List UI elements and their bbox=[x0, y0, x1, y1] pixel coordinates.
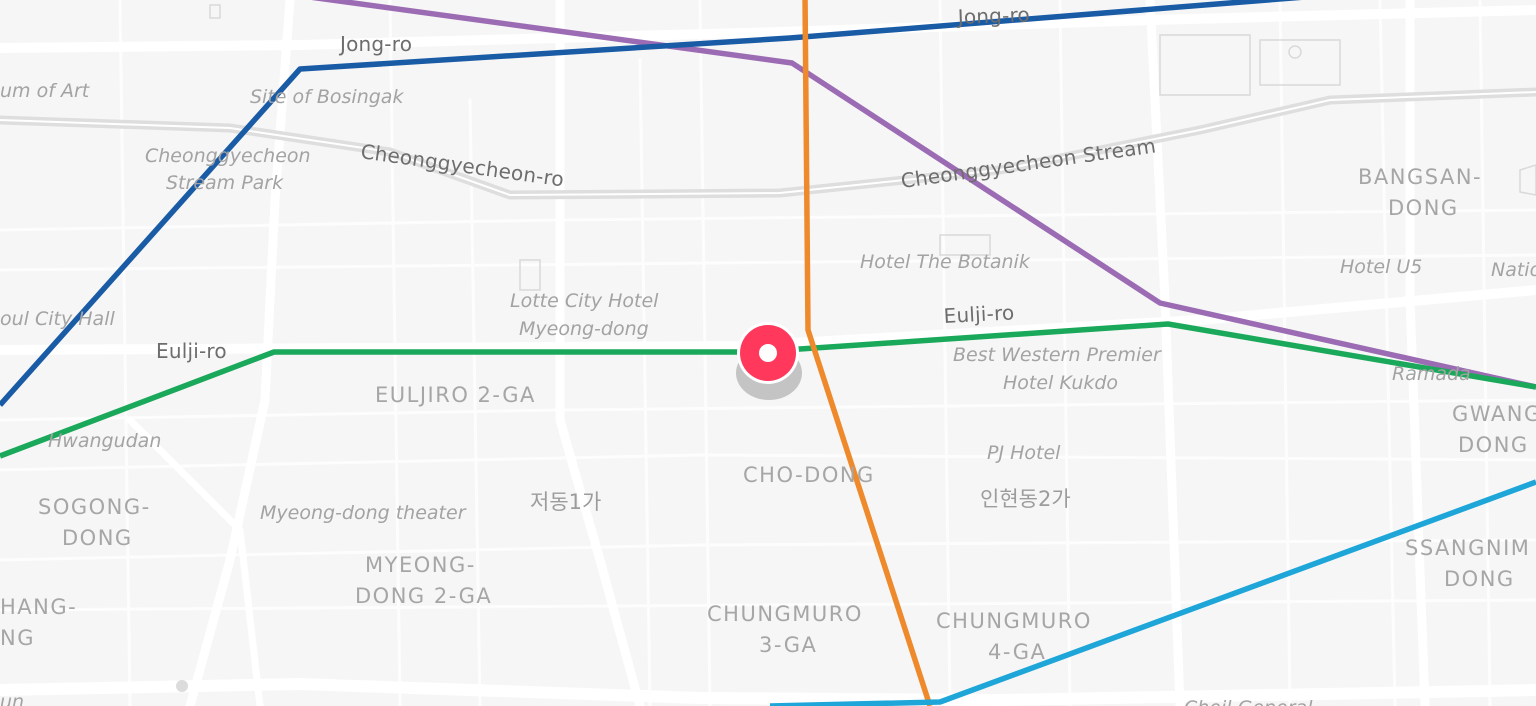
poi-label-pj-hotel: PJ Hotel bbox=[987, 442, 1061, 464]
road-label-eulji-ro: Eulji-ro bbox=[943, 300, 1015, 328]
area-label-gwang-dong: GWANG bbox=[1452, 402, 1536, 426]
area-label-gwang-dong: DONG bbox=[1458, 433, 1529, 457]
poi-label-stream-park: Stream Park bbox=[166, 172, 284, 194]
poi-label-city-hall: oul City Hall bbox=[0, 308, 115, 330]
road-label-eulji-ro: Eulji-ro bbox=[156, 339, 227, 363]
poi-label-un: un bbox=[0, 691, 24, 706]
area-label-chungmuro-4ga: CHUNGMURO bbox=[936, 609, 1092, 633]
area-label-bangsan-dong: BANGSAN- bbox=[1358, 165, 1482, 189]
area-label-myeongdong-2ga: MYEONG- bbox=[365, 553, 476, 577]
poi-label-best-western: Best Western Premier bbox=[953, 344, 1162, 366]
poi-label-hotel-u5: Hotel U5 bbox=[1340, 256, 1422, 278]
area-label-euljiro-2ga: EULJIRO 2-GA bbox=[375, 383, 536, 407]
poi-label-hwangudan: Hwangudan bbox=[48, 430, 161, 452]
area-label-chungmuro-3ga: 3-GA bbox=[759, 633, 817, 657]
poi-label-lotte-hotel: Lotte City Hotel bbox=[510, 290, 659, 312]
area-label-chungmuro-4ga: 4-GA bbox=[988, 640, 1046, 664]
poi-label-bosingak: Site of Bosingak bbox=[250, 86, 404, 108]
poi-label-museum: um of Art bbox=[0, 80, 91, 102]
poi-label-cheil: Cheil General bbox=[1184, 697, 1313, 706]
poi-label-lotte-hotel: Myeong-dong bbox=[519, 318, 649, 340]
poi-label-stream-park: Cheonggyecheon bbox=[145, 145, 311, 167]
road-label-jong-ro: Jong-ro bbox=[338, 32, 412, 56]
area-label-myeongdong-2ga: DONG 2-GA bbox=[355, 584, 492, 608]
location-pin-icon[interactable] bbox=[736, 322, 802, 400]
map[interactable]: Jong-ro Jong-ro Cheonggyecheon-ro Cheong… bbox=[0, 0, 1536, 706]
area-label-sogong-dong: SOGONG- bbox=[38, 495, 151, 519]
area-label-hang-dong: HANG- bbox=[0, 595, 77, 619]
area-label-chungmuro-3ga: CHUNGMURO bbox=[707, 602, 863, 626]
poi-label-hotel-botanik: Hotel The Botanik bbox=[860, 251, 1031, 273]
area-label-sogong-dong: DONG bbox=[62, 526, 133, 550]
area-label-inhyeon-2ga: 인현동2가 bbox=[980, 487, 1071, 511]
area-label-bangsan-dong: DONG bbox=[1388, 196, 1459, 220]
poi-label-myeongdong-theater: Myeong-dong theater bbox=[260, 502, 467, 524]
poi-label-best-western: Hotel Kukdo bbox=[1003, 372, 1118, 394]
poi-label-ramada: Ramada bbox=[1392, 363, 1471, 385]
area-label-ssangnim-dong: SSANGNIM bbox=[1405, 536, 1530, 560]
road-label-jong-ro: Jong-ro bbox=[955, 2, 1030, 29]
poi-label-natio: Natio bbox=[1491, 259, 1536, 281]
area-label-jeodong-1ga: 저동1가 bbox=[530, 490, 601, 514]
area-label-cho-dong: CHO-DONG bbox=[743, 463, 875, 487]
area-label-ssangnim-dong: DONG bbox=[1444, 567, 1515, 591]
area-label-hang-dong: NG bbox=[0, 626, 35, 650]
